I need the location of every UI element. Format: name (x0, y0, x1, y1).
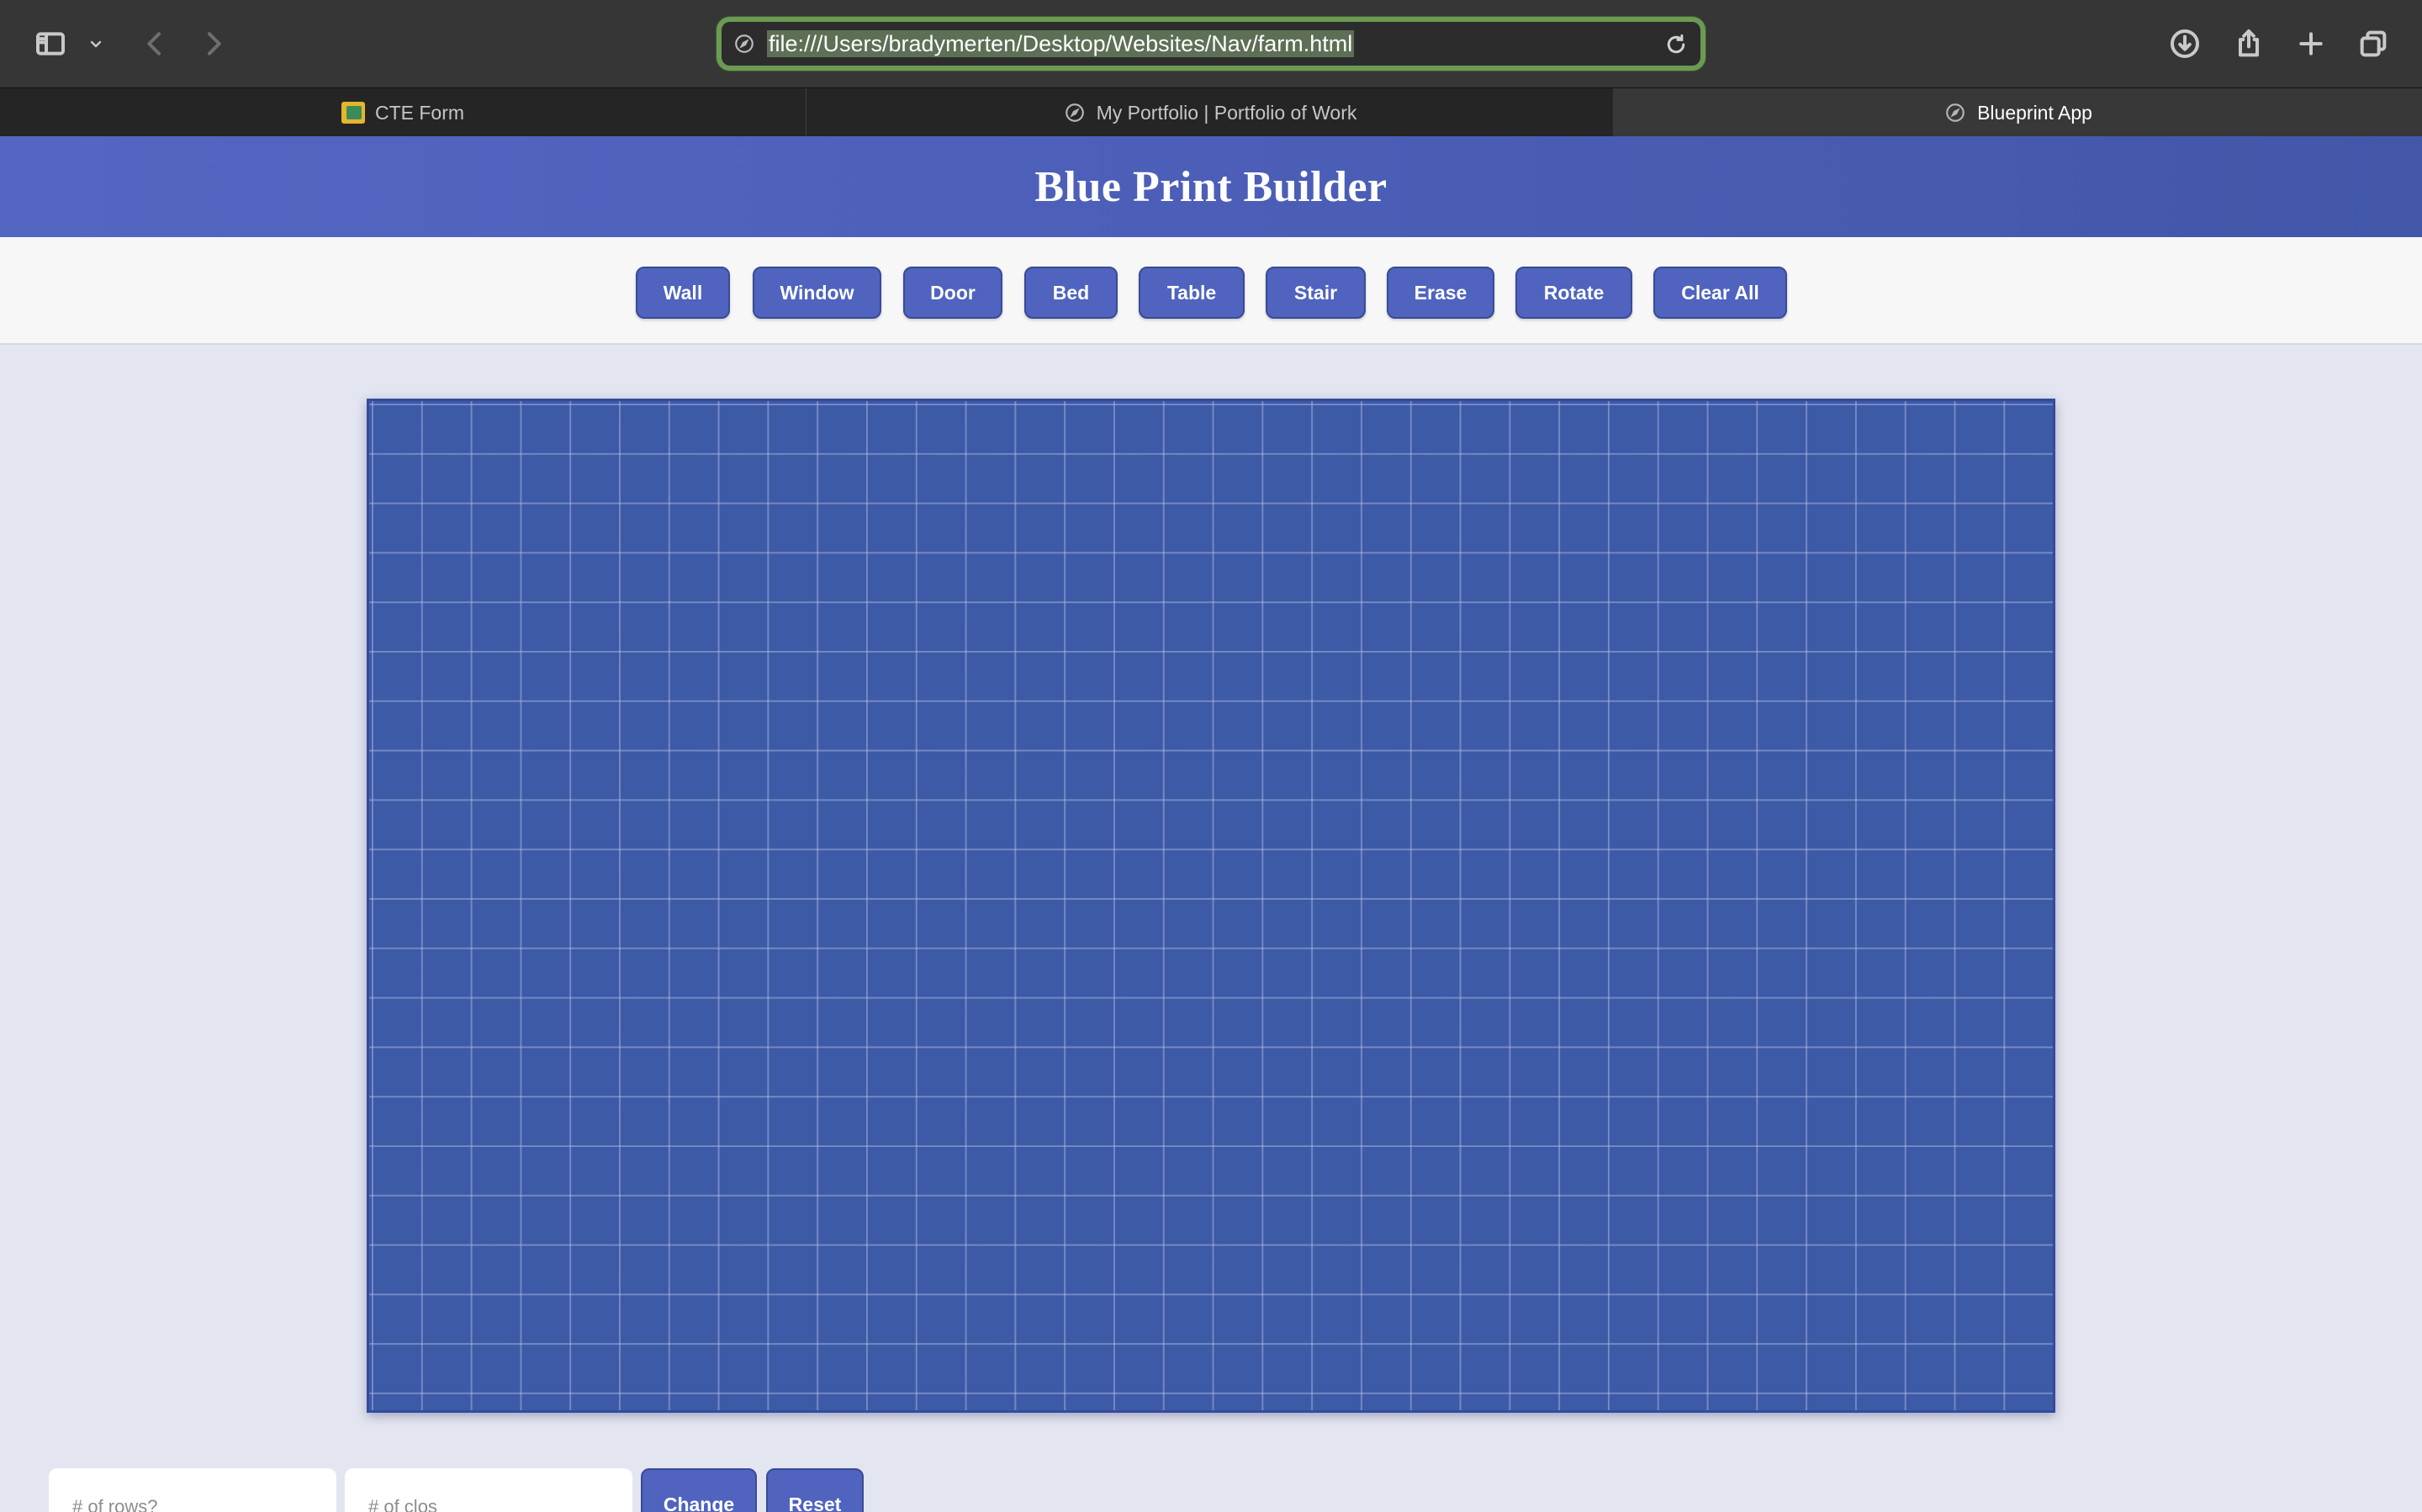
bed-button[interactable]: Bed (1024, 267, 1118, 319)
wall-button[interactable]: Wall (636, 267, 730, 319)
blueprint-grid[interactable] (367, 399, 2055, 1413)
change-button[interactable]: Change (641, 1468, 757, 1512)
reload-icon[interactable] (1663, 32, 1689, 57)
tab-label: CTE Form (374, 101, 465, 124)
compass-icon (1063, 101, 1087, 124)
rotate-button[interactable]: Rotate (1515, 267, 1632, 319)
tool-bar: Wall Window Door Bed Table Stair Erase R… (0, 237, 2422, 345)
share-icon[interactable] (2230, 25, 2267, 62)
tab-label: Blueprint App (1977, 101, 2092, 124)
forward-icon[interactable] (195, 25, 232, 62)
sidebar-icon[interactable] (32, 25, 69, 62)
tab-overview-icon[interactable] (2355, 25, 2392, 62)
cols-input[interactable] (345, 1468, 632, 1512)
compass-icon (1943, 101, 1967, 124)
tab-cte-form[interactable]: CTE Form (0, 88, 806, 137)
app-header: Blue Print Builder (0, 136, 2422, 237)
back-icon[interactable] (136, 25, 173, 62)
image-favicon-icon (341, 101, 365, 124)
table-button[interactable]: Table (1139, 267, 1245, 319)
browser-toolbar: file:///Users/bradymerten/Desktop/Websit… (0, 0, 2422, 87)
rows-input[interactable] (49, 1468, 336, 1512)
clear-all-button[interactable]: Clear All (1653, 267, 1787, 319)
tab-label: My Portfolio | Portfolio of Work (1096, 101, 1357, 124)
erase-button[interactable]: Erase (1387, 267, 1494, 319)
compass-icon (733, 33, 755, 55)
url-text[interactable]: file:///Users/bradymerten/Desktop/Websit… (767, 30, 1355, 57)
door-button[interactable]: Door (903, 267, 1002, 319)
page-title: Blue Print Builder (1034, 162, 1388, 211)
tab-bar: CTE Form My Portfolio | Portfolio of Wor… (0, 87, 2422, 137)
tab-my-portfolio[interactable]: My Portfolio | Portfolio of Work (806, 88, 1614, 137)
tab-blueprint-app[interactable]: Blueprint App (1614, 88, 2422, 137)
chevron-down-icon[interactable] (81, 25, 111, 62)
stair-button[interactable]: Stair (1266, 267, 1366, 319)
window-button[interactable]: Window (753, 267, 881, 319)
page-content: Blue Print Builder Wall Window Door Bed … (0, 136, 2422, 1512)
address-bar[interactable]: file:///Users/bradymerten/Desktop/Websit… (717, 17, 1705, 71)
reset-button[interactable]: Reset (766, 1468, 864, 1512)
new-tab-icon[interactable] (2292, 25, 2329, 62)
download-icon[interactable] (2166, 25, 2203, 62)
